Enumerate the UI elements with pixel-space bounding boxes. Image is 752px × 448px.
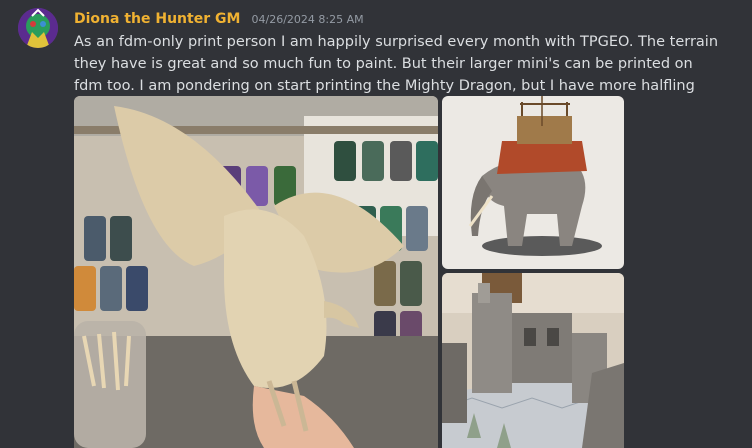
message-header: Diona the Hunter GM 04/26/2024 8:25 AM [74,8,364,28]
attachment-image-eagle[interactable] [74,96,438,448]
castle-terrain-picture [442,273,624,448]
avatar[interactable] [18,8,58,48]
avatar-art [18,8,58,48]
attachment-image-castle[interactable] [442,273,624,448]
attachment-image-elephant[interactable] [442,96,624,269]
elephant-miniature-picture [442,96,624,269]
eagle-miniature-picture [74,96,438,448]
timestamp: 04/26/2024 8:25 AM [251,13,364,26]
username[interactable]: Diona the Hunter GM [74,11,240,27]
